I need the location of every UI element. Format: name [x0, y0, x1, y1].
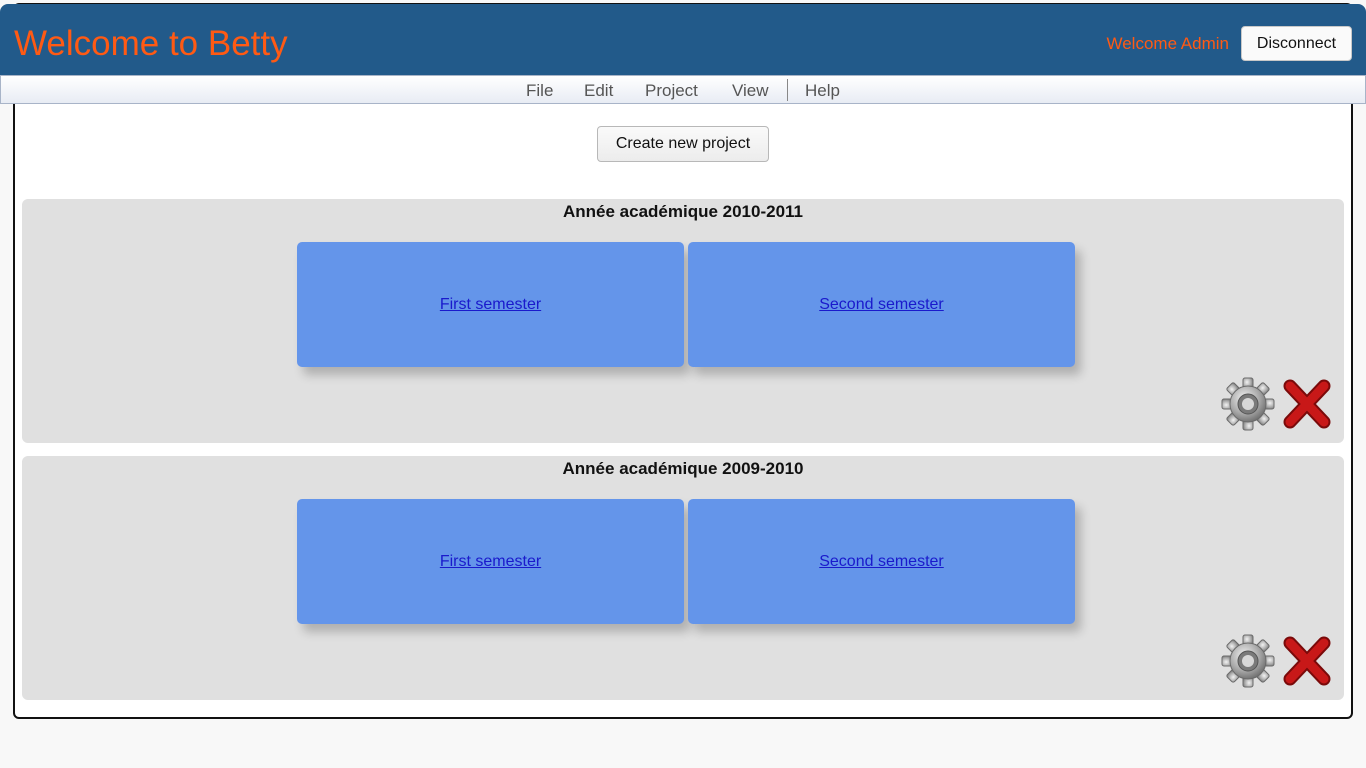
gear-icon[interactable] [1221, 634, 1275, 688]
app-header: Welcome to Betty Welcome Admin Disconnec… [0, 4, 1366, 75]
menu-item-file[interactable]: File [526, 81, 553, 101]
disconnect-button[interactable]: Disconnect [1241, 26, 1352, 61]
app-title: Welcome to Betty [14, 24, 288, 63]
academic-year-panel: Année académique 2010-2011 First semeste… [22, 199, 1344, 443]
semester-card[interactable]: First semester [297, 242, 684, 367]
first-semester-link[interactable]: First semester [440, 553, 541, 571]
menu-item-edit[interactable]: Edit [584, 81, 613, 101]
academic-year-title: Année académique 2010-2011 [562, 202, 804, 221]
semester-card[interactable]: First semester [297, 499, 684, 624]
semester-card[interactable]: Second semester [688, 242, 1075, 367]
welcome-user-text: Welcome Admin [1106, 34, 1229, 53]
menu-separator [787, 79, 788, 101]
menu-item-view[interactable]: View [732, 81, 769, 101]
menu-bar: File Edit Project View Help [0, 75, 1366, 104]
second-semester-link[interactable]: Second semester [819, 296, 944, 314]
create-new-project-button[interactable]: Create new project [597, 126, 769, 162]
first-semester-link[interactable]: First semester [440, 296, 541, 314]
delete-icon[interactable] [1281, 634, 1333, 688]
academic-year-title: Année académique 2009-2010 [562, 459, 804, 478]
second-semester-link[interactable]: Second semester [819, 553, 944, 571]
semester-card[interactable]: Second semester [688, 499, 1075, 624]
menu-item-help[interactable]: Help [805, 81, 840, 101]
menu-item-project[interactable]: Project [645, 81, 698, 101]
gear-icon[interactable] [1221, 377, 1275, 431]
academic-year-panel: Année académique 2009-2010 First semeste… [22, 456, 1344, 700]
delete-icon[interactable] [1281, 377, 1333, 431]
